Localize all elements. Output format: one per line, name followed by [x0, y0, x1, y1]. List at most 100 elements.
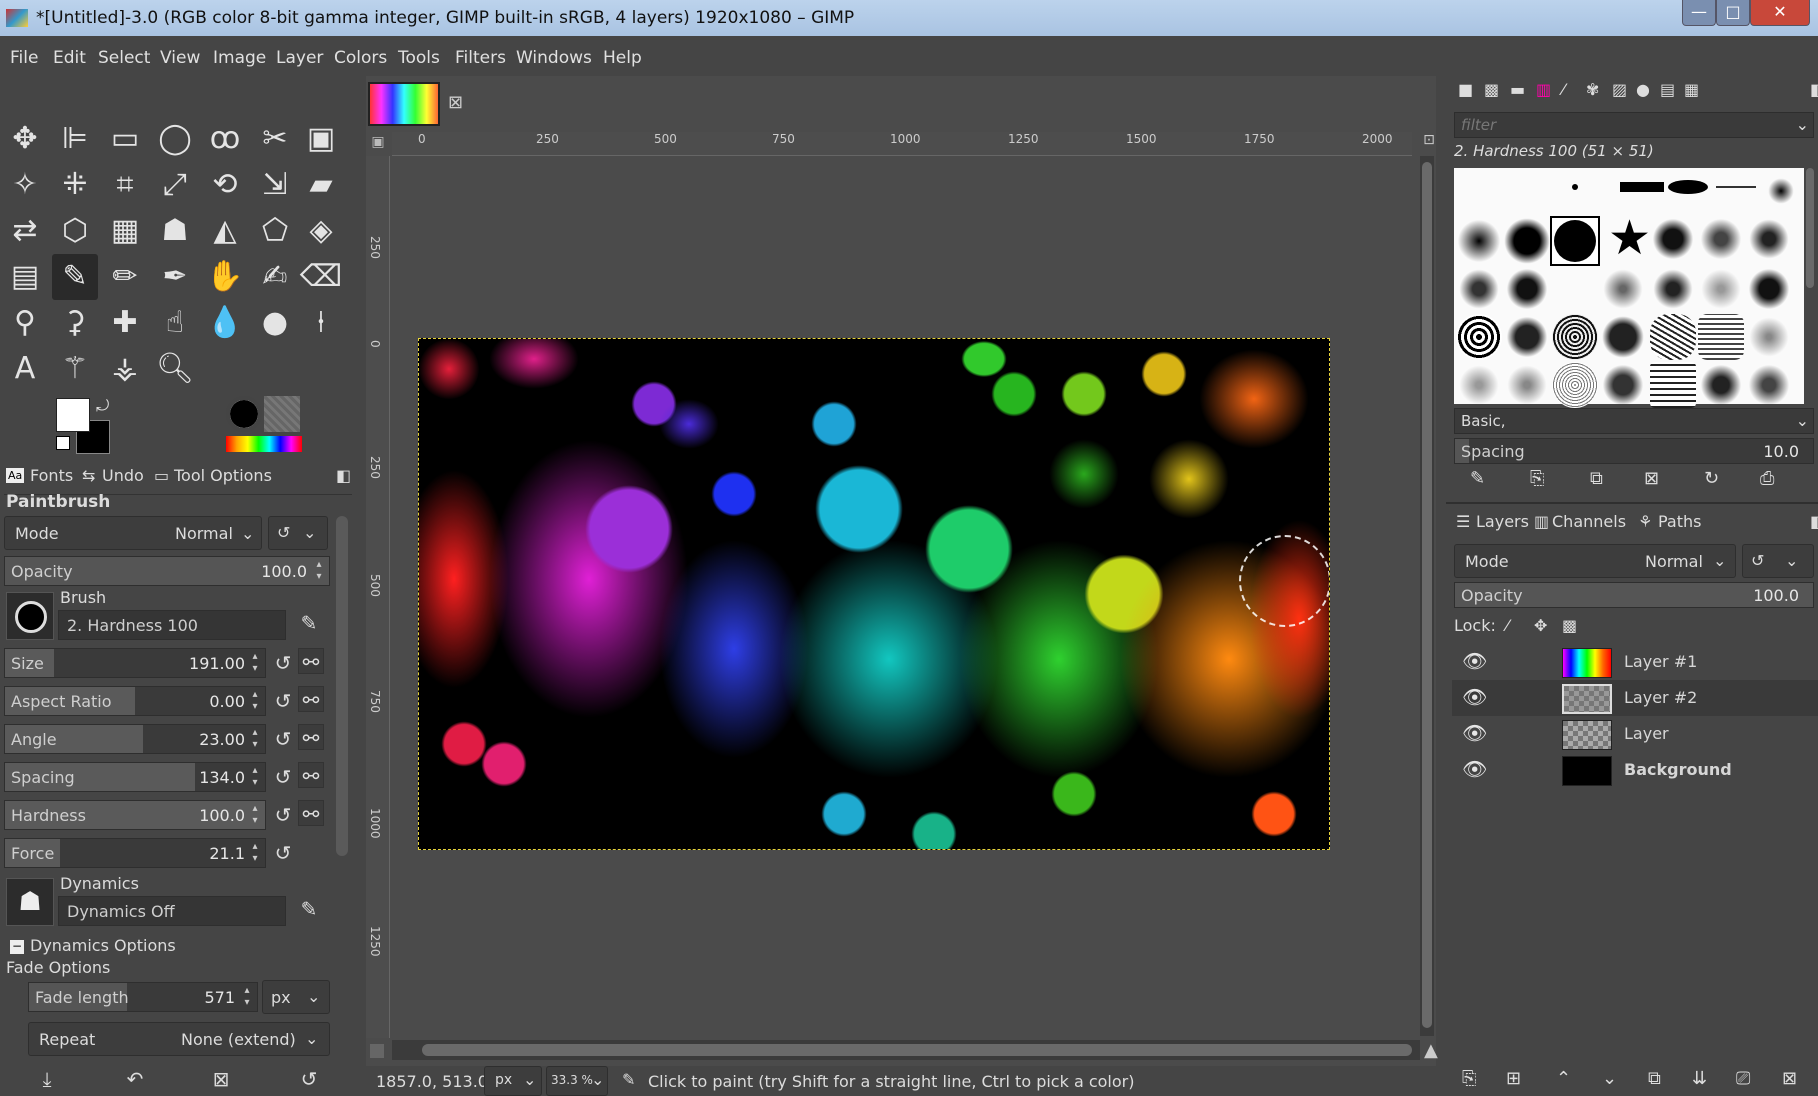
dynamics-name-field[interactable]: Dynamics Off [58, 896, 286, 926]
link-hardness-icon[interactable]: ⚯ [298, 800, 324, 826]
navigate-icon[interactable] [370, 1044, 384, 1058]
color-picker-icon[interactable]: ⚚ [52, 346, 98, 392]
tab-layers[interactable]: Layers [1476, 512, 1529, 531]
ink-tool-icon[interactable]: ✍ [252, 254, 298, 300]
layer-row[interactable]: 👁︎ Layer #2 [1452, 680, 1818, 716]
menu-edit[interactable]: Edit [53, 48, 86, 68]
tab-channels[interactable]: Channels [1552, 512, 1626, 531]
rotate-tool-icon[interactable]: ⟲ [202, 162, 248, 208]
lock-pixels-icon[interactable]: ⁄ [1506, 616, 1509, 635]
paint-dynamics-tab-icon[interactable]: ⁄ [1562, 80, 1565, 99]
scissors-select-icon[interactable]: ✂ [252, 116, 298, 162]
layer-mode-dropdown[interactable]: Mode Normal ⌄ [1454, 544, 1736, 578]
reset-size-icon[interactable]: ↺ [270, 650, 296, 676]
spin-arrows-icon[interactable]: ▴ ▾ [313, 559, 325, 585]
fade-length-slider[interactable]: Fade length 571 ▴ ▾ [28, 982, 258, 1012]
tool-options-scrollbar[interactable] [336, 516, 348, 856]
shear-tool-icon[interactable]: ▰ [298, 162, 344, 208]
edit-brush-icon[interactable]: ✎ [296, 610, 322, 636]
navigation-triangle-icon[interactable]: ▲ [1424, 1040, 1438, 1061]
new-layer-icon[interactable]: ⊞ [1506, 1068, 1521, 1089]
repeat-dropdown[interactable]: Repeat None (extend) ⌄ [28, 1022, 330, 1056]
menu-colors[interactable]: Colors [334, 48, 387, 68]
by-color-select-icon[interactable]: ⁜ [52, 162, 98, 208]
brush-tag-input[interactable]: Basic, ⌄ [1454, 408, 1814, 434]
paths-tool-icon[interactable]: ⚶ [102, 346, 148, 392]
spin-arrows-icon[interactable]: ▴ ▾ [249, 841, 261, 867]
smudge-tool-icon[interactable]: ☝ [152, 300, 198, 346]
menu-tools[interactable]: Tools [398, 48, 440, 68]
vertical-scrollbar-thumb[interactable] [1422, 162, 1432, 1028]
reset-aspect-icon[interactable]: ↺ [270, 688, 296, 714]
link-size-icon[interactable]: ⚯ [298, 648, 324, 674]
scale-tool-icon[interactable]: ⇲ [252, 162, 298, 208]
gradient-tool-icon[interactable]: ▤ [2, 254, 48, 300]
raise-layer-icon[interactable]: ⌃ [1556, 1068, 1571, 1089]
lock-alpha-icon[interactable]: ▩ [1562, 616, 1577, 635]
foreground-select-icon[interactable]: ▣ [298, 116, 344, 162]
edit-dynamics-icon[interactable]: ✎ [296, 896, 322, 922]
3d-transform-icon[interactable]: ▦ [102, 208, 148, 254]
spin-arrows-icon[interactable]: ▴ ▾ [249, 803, 261, 829]
open-brush-as-image-icon[interactable]: ⎙ [1760, 468, 1774, 489]
image-canvas[interactable] [418, 338, 1330, 850]
horizontal-scrollbar-thumb[interactable] [422, 1044, 1412, 1056]
link-spacing-icon[interactable]: ⚯ [298, 762, 324, 788]
spin-arrows-icon[interactable]: ▴ ▾ [241, 985, 253, 1011]
menu-select[interactable]: Select [98, 48, 150, 68]
new-layer-group-icon[interactable]: ⎘ [1462, 1068, 1476, 1089]
heal-tool-icon[interactable]: ✚ [102, 300, 148, 346]
brush-grid-scrollbar[interactable] [1806, 168, 1814, 288]
gradients-tab-icon[interactable]: ▤ [1660, 80, 1675, 99]
reset-spacing-icon[interactable]: ↺ [270, 764, 296, 790]
fuzzy-select-icon[interactable]: ✧ [2, 162, 48, 208]
active-pattern-indicator[interactable] [264, 396, 300, 432]
default-colors-icon[interactable] [56, 436, 70, 450]
mypaint-tab-icon[interactable]: ✾ [1586, 80, 1599, 99]
text-tool-icon[interactable]: A [2, 346, 48, 392]
brush-preview-button[interactable] [6, 592, 54, 640]
visibility-eye-icon[interactable]: 👁︎ [1462, 650, 1490, 672]
layer-opacity-slider[interactable]: Opacity 100.0 [1454, 582, 1814, 608]
layer-composite-dropdown[interactable]: ↺ ⌄ [1742, 544, 1814, 578]
brushes-tab-icon[interactable]: ■ [1458, 80, 1473, 99]
warp-transform-icon[interactable]: ☗ [152, 208, 198, 254]
link-angle-icon[interactable]: ⚯ [298, 724, 324, 750]
link-aspect-icon[interactable]: ⚯ [298, 686, 324, 712]
menu-view[interactable]: View [160, 48, 200, 68]
save-tool-preset-icon[interactable]: ⤓ [34, 1066, 60, 1092]
image-tab-thumbnail[interactable] [368, 82, 440, 126]
spin-arrows-icon[interactable]: ▴ ▾ [249, 689, 261, 715]
layer-row[interactable]: 👁︎ Background [1452, 752, 1818, 788]
swap-colors-icon[interactable]: ⤾ [96, 396, 109, 416]
opacity-slider[interactable]: Opacity 100.0 ▴ ▾ [4, 556, 330, 586]
tool-presets-tab-icon[interactable]: ▨ [1612, 80, 1627, 99]
mode-reset-dropdown[interactable]: ↺ ⌄ [268, 516, 328, 550]
cage-transform-icon[interactable]: ⬠ [252, 208, 298, 254]
maximize-button[interactable]: □ [1716, 0, 1750, 26]
clone-tool-icon[interactable]: ⚲ [2, 300, 48, 346]
visibility-eye-icon[interactable]: 👁︎ [1462, 722, 1490, 744]
delete-brush-icon[interactable]: ⊠ [1644, 468, 1659, 489]
menu-help[interactable]: Help [603, 48, 642, 68]
spacing-slider[interactable]: Spacing 134.0 ▴ ▾ [4, 762, 266, 792]
zoom-dropdown[interactable]: 33.3 % ⌄ [546, 1066, 608, 1096]
angle-slider[interactable]: Angle 23.00 ▴ ▾ [4, 724, 266, 754]
measure-tool-icon[interactable]: ⍿ [298, 300, 344, 346]
dock-menu-icon[interactable]: ◧ [336, 466, 351, 485]
reset-angle-icon[interactable]: ↺ [270, 726, 296, 752]
pencil-tool-icon[interactable]: ✏ [102, 254, 148, 300]
spin-arrows-icon[interactable]: ▴ ▾ [249, 651, 261, 677]
mode-dropdown[interactable]: Mode Normal ⌄ [4, 516, 262, 550]
size-slider[interactable]: Size 191.00 ▴ ▾ [4, 648, 266, 678]
brush-tab-icon[interactable]: ● [1636, 80, 1650, 99]
ellipse-select-icon[interactable]: ◯ [152, 116, 198, 162]
duplicate-layer-icon[interactable]: ⧉ [1648, 1068, 1661, 1089]
delete-tool-preset-icon[interactable]: ⊠ [208, 1066, 234, 1092]
active-gradient-indicator[interactable] [226, 436, 302, 452]
layer-row[interactable]: 👁︎ Layer [1452, 716, 1818, 752]
layer-mask-icon[interactable]: ⎚ [1736, 1068, 1750, 1089]
collapse-icon[interactable]: − [10, 940, 24, 954]
duplicate-brush-icon[interactable]: ⧉ [1590, 468, 1603, 489]
layer-row[interactable]: 👁︎ Layer #1 [1452, 644, 1818, 680]
